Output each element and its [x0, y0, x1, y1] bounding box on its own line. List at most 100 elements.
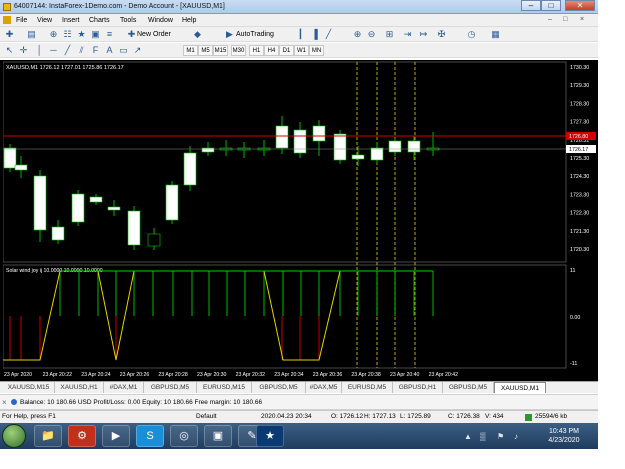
tray-volume-icon[interactable]: ♪: [514, 432, 518, 441]
chart-shift-icon[interactable]: ⇥: [402, 29, 413, 40]
timeframe-h4[interactable]: H4: [264, 45, 279, 56]
price-axis-label: 1722.30: [570, 211, 589, 217]
text-label-icon[interactable]: ▭: [118, 45, 129, 56]
window-title: 64007144: InstaForex-1Demo.com - Demo Ac…: [14, 3, 225, 10]
candlestick-icon[interactable]: ▐: [309, 29, 320, 40]
red-price-tag-label: 1726.80: [569, 134, 588, 140]
start-button[interactable]: [2, 424, 26, 448]
indicator-scale-label: 0.00: [570, 315, 580, 321]
periods-icon[interactable]: ◷: [466, 29, 477, 40]
new-chart-icon[interactable]: ✚: [4, 29, 15, 40]
child-close-button[interactable]: ×: [580, 16, 584, 23]
tray-network-icon[interactable]: ▒: [480, 432, 486, 441]
child-minimize-button[interactable]: –: [548, 16, 552, 23]
navigator-icon[interactable]: ★: [76, 29, 87, 40]
fibonacci-icon[interactable]: F: [90, 45, 101, 56]
market-watch-icon[interactable]: ⊕: [48, 29, 59, 40]
menu-view[interactable]: View: [37, 17, 52, 24]
horizontal-line-icon[interactable]: ─: [48, 45, 59, 56]
menu-tools[interactable]: Tools: [120, 17, 136, 24]
indicators-icon[interactable]: ✠: [436, 29, 447, 40]
price-chart[interactable]: XAUUSD,M1 1726.12 1727.01 1725.86 1726.1…: [3, 60, 598, 381]
terminal-icon[interactable]: ▣: [90, 29, 101, 40]
status-high: H: 1727.13: [364, 413, 396, 420]
autoscroll-icon[interactable]: ↦: [418, 29, 429, 40]
tab-xauusd-m1[interactable]: XAUUSD,M1: [494, 382, 546, 393]
skype-icon[interactable]: S: [136, 425, 164, 447]
line-chart-icon[interactable]: ╱: [323, 29, 334, 40]
time-axis-label: 23 Apr 20:38: [351, 372, 381, 378]
indicator-panel-frame: [3, 264, 567, 369]
profile-name[interactable]: Default: [196, 413, 217, 420]
tile-windows-icon[interactable]: ⊞: [384, 29, 395, 40]
trendline-icon[interactable]: ╱: [62, 45, 73, 56]
candle-body: [89, 196, 103, 203]
strategy-tester-icon[interactable]: ≡: [104, 29, 115, 40]
tab-gbpusd-m5-c[interactable]: GBPUSD,M5: [443, 382, 494, 393]
menu-window[interactable]: Window: [148, 17, 173, 24]
metaeditor-icon[interactable]: ◆: [192, 29, 203, 40]
text-icon[interactable]: A: [104, 45, 115, 56]
tab-eurusd-m5[interactable]: EURUSD,M5: [342, 382, 393, 393]
timeframe-w1[interactable]: W1: [294, 45, 309, 56]
timeframe-m15[interactable]: M15: [213, 45, 228, 56]
zoom-in-icon[interactable]: ⊕: [352, 29, 363, 40]
cursor-icon[interactable]: ↖: [4, 45, 15, 56]
equidistant-channel-icon[interactable]: ⫽: [76, 45, 87, 56]
instaforex-icon[interactable]: ★: [256, 425, 284, 447]
tab-gbpusd-m5-b[interactable]: GBPUSD,M5: [252, 382, 306, 393]
templates-icon[interactable]: ▦: [490, 29, 501, 40]
bar-chart-icon[interactable]: ┃: [295, 29, 306, 40]
timeframe-m1[interactable]: M1: [183, 45, 198, 56]
explorer-icon[interactable]: 📁: [34, 425, 62, 447]
tab-gbpusd-m5-a[interactable]: GBPUSD,M5: [144, 382, 197, 393]
profiles-icon[interactable]: ▤: [26, 29, 37, 40]
tab-eurusd-m15[interactable]: EURUSD,M15: [197, 382, 252, 393]
current-price-tag-label: 1726.17: [569, 147, 588, 153]
new-order-button[interactable]: New Order: [137, 31, 171, 38]
indicator-scale-label: -11: [570, 361, 577, 367]
time-axis-label: 23 Apr 20:26: [120, 372, 150, 378]
taskbar-clock[interactable]: 10:43 PM 4/23/2020: [540, 427, 588, 445]
tab-xauusd-m15[interactable]: XAUUSD,M15: [3, 382, 55, 393]
menu-insert[interactable]: Insert: [62, 17, 80, 24]
window-title-bar[interactable]: 64007144: InstaForex-1Demo.com - Demo Ac…: [0, 0, 598, 14]
vertical-line-icon[interactable]: │: [34, 45, 45, 56]
chrome-icon[interactable]: ◎: [170, 425, 198, 447]
candle-body: [33, 175, 47, 231]
tab-dax-m5[interactable]: #DAX,M5: [306, 382, 342, 393]
tray-arrow-icon[interactable]: ▲: [464, 432, 472, 441]
timeframe-m5[interactable]: M5: [198, 45, 213, 56]
tab-gbpusd-h1[interactable]: GBPUSD,H1: [393, 382, 443, 393]
timeframe-d1[interactable]: D1: [279, 45, 294, 56]
timeframe-m30[interactable]: M30: [231, 45, 246, 56]
autotrading-icon[interactable]: ▶: [224, 29, 235, 40]
autotrading-button[interactable]: AutoTrading: [236, 31, 274, 38]
menu-help[interactable]: Help: [182, 17, 196, 24]
minimize-button[interactable]: –: [521, 0, 541, 11]
data-window-icon[interactable]: ☷: [62, 29, 73, 40]
menu-charts[interactable]: Charts: [89, 17, 110, 24]
help-hint: For Help, press F1: [2, 413, 56, 420]
timeframe-mn[interactable]: MN: [309, 45, 324, 56]
file-manager-icon[interactable]: ▣: [204, 425, 232, 447]
media-player-icon[interactable]: ▶: [102, 425, 130, 447]
price-axis-label: 1727.30: [570, 120, 589, 126]
arrows-icon[interactable]: ↗: [132, 45, 143, 56]
close-button[interactable]: ✕: [565, 0, 595, 11]
clock-date: 4/23/2020: [548, 437, 580, 444]
new-order-icon[interactable]: ✚: [126, 29, 137, 40]
candle-body: [127, 210, 141, 246]
tab-xauusd-h1[interactable]: XAUUSD,H1: [55, 382, 104, 393]
crosshair-icon[interactable]: ✛: [18, 45, 29, 56]
maximize-button[interactable]: □: [541, 0, 561, 11]
status-open: O: 1726.12: [331, 413, 364, 420]
close-panel-icon[interactable]: ×: [2, 398, 7, 407]
timeframe-h1[interactable]: H1: [249, 45, 264, 56]
menu-file[interactable]: File: [16, 17, 27, 24]
tab-dax-m1[interactable]: #DAX,M1: [104, 382, 144, 393]
metatrader-icon[interactable]: ⚙: [68, 425, 96, 447]
zoom-out-icon[interactable]: ⊖: [366, 29, 377, 40]
tray-flag-icon[interactable]: ⚑: [497, 432, 504, 441]
child-restore-button[interactable]: □: [563, 16, 567, 23]
